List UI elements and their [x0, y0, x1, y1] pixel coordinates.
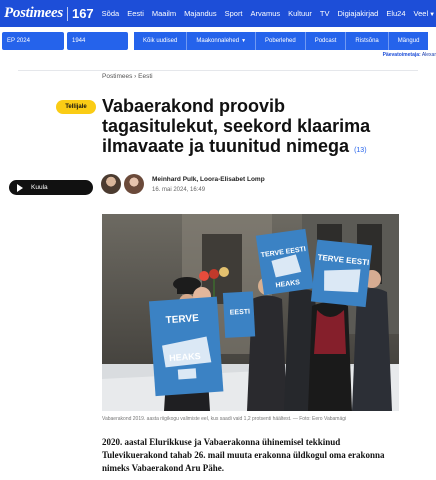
listen-button[interactable]: Kuula	[9, 180, 93, 195]
nav-item-tv[interactable]: TV	[320, 9, 330, 18]
nav-item-digiajakirjad[interactable]: Digiajakirjad	[337, 9, 378, 18]
logo-divider	[66, 6, 68, 21]
tab-maakonnalehed[interactable]: Maakonnalehed ▼	[187, 31, 257, 50]
article-photo[interactable]: TERVE EESTI HEAKS TERVE EESTI TERVE HEAK…	[102, 214, 399, 411]
tab-koik-uudised[interactable]: Kõik uudised	[134, 31, 188, 50]
nav-item-soda[interactable]: Sõda	[102, 9, 120, 18]
ticker-label: Päevatoimetaja:	[382, 52, 421, 58]
ticker-name: Alexar	[421, 52, 436, 58]
main-nav: Sõda Eesti Maailm Majandus Sport Arvamus…	[102, 9, 435, 18]
breadcrumb-postimees[interactable]: Postimees	[102, 73, 132, 80]
nav-item-maailm[interactable]: Maailm	[152, 9, 176, 18]
comment-count-link[interactable]: (13)	[354, 147, 366, 154]
author-avatar-1[interactable]	[101, 174, 121, 194]
site-logo[interactable]: Postimees	[0, 5, 63, 22]
tab-maakonnalehed-label: Maakonnalehed	[196, 37, 240, 44]
sign-terve: TERVE	[165, 313, 199, 326]
tab-ristsona[interactable]: Ristsõna	[346, 31, 389, 50]
article-date: 16. mai 2024, 16:49	[152, 187, 206, 193]
1944-tile[interactable]: 1944	[67, 31, 128, 50]
logo-number[interactable]: 167	[72, 6, 94, 21]
photo-illustration: TERVE EESTI HEAKS TERVE EESTI TERVE HEAK…	[102, 214, 399, 411]
chevron-down-icon: ▼	[429, 12, 436, 18]
section-tabs: Kõik uudised Maakonnalehed ▼ Poberlehed P…	[134, 31, 429, 50]
editor-ticker: Päevatoimetaja: Alexar	[383, 52, 436, 58]
breadcrumb: Postimees › Eesti	[102, 73, 153, 80]
article-authors[interactable]: Meinhard Pulk, Loora-Elisabet Lomp	[152, 176, 265, 183]
article-title: Vabaerakond proovib tagasitulekut, seeko…	[102, 96, 402, 161]
tab-podcast[interactable]: Podcast	[305, 31, 347, 50]
chevron-down-icon: ▼	[241, 37, 247, 44]
nav-item-elu24[interactable]: Elu24	[386, 9, 405, 18]
top-navigation: Postimees 167 Sõda Eesti Maailm Majandus…	[0, 0, 436, 27]
tab-mangud[interactable]: Mängud	[388, 31, 429, 50]
nav-item-veel-label: Veel	[413, 9, 429, 18]
breadcrumb-eesti[interactable]: Eesti	[138, 73, 152, 80]
listen-label: Kuula	[31, 184, 48, 191]
nav-item-majandus[interactable]: Majandus	[184, 9, 217, 18]
secondary-bar: EP 2024 1944 Kõik uudised Maakonnalehed ▼…	[0, 27, 436, 54]
nav-item-sport[interactable]: Sport	[225, 9, 243, 18]
article-title-text: Vabaerakond proovib tagasitulekut, seeko…	[102, 96, 371, 156]
nav-item-veel[interactable]: Veel▼	[414, 9, 436, 18]
nav-item-kultuur[interactable]: Kultuur	[288, 9, 312, 18]
tab-poberlehed[interactable]: Poberlehed	[256, 31, 306, 50]
sign-eesti: EESTI	[230, 309, 251, 317]
author-avatar-2[interactable]	[124, 174, 144, 194]
article-lead: 2020. aastal Elurikkuse ja Vabaerakonna …	[102, 437, 385, 473]
nav-item-eesti[interactable]: Eesti	[127, 9, 144, 18]
ep2024-tile[interactable]: EP 2024	[2, 31, 64, 50]
nav-item-arvamus[interactable]: Arvamus	[251, 9, 281, 18]
header-divider	[18, 70, 418, 71]
subscriber-badge: Tellijale	[56, 100, 96, 114]
photo-caption: Vabaerakond 2019. aasta riigikogu valimi…	[102, 416, 347, 422]
play-icon	[17, 183, 23, 192]
